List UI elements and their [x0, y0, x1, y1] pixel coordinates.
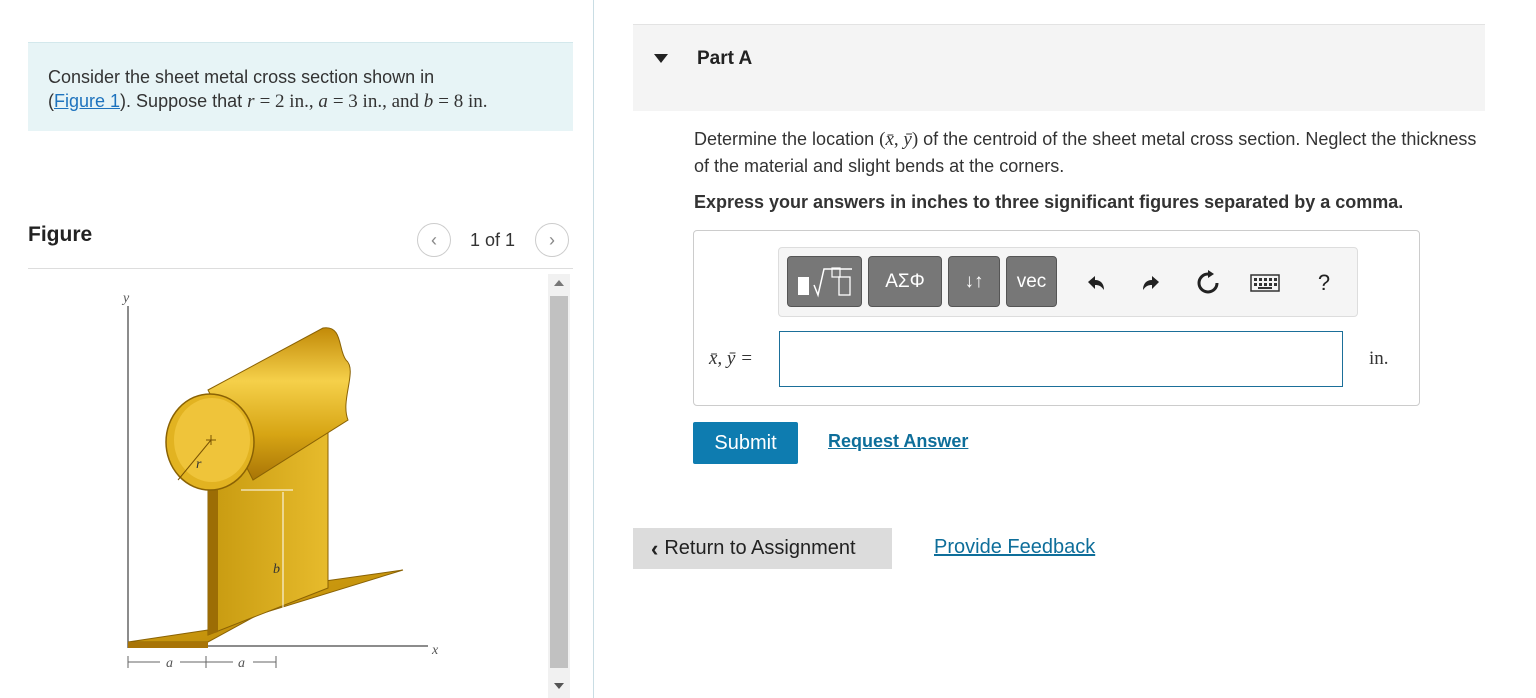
web-edge — [208, 468, 218, 635]
prev-figure-button[interactable]: ‹ — [417, 223, 451, 257]
scrollbar-thumb[interactable] — [550, 296, 568, 668]
return-label: Return to Assignment — [664, 537, 856, 559]
answer-variable-label: x̄, ȳ = — [709, 348, 753, 369]
templates-icon — [797, 266, 852, 298]
var-a: a — [318, 91, 328, 112]
part-header[interactable] — [633, 24, 1485, 111]
figure-heading: Figure — [28, 223, 93, 246]
scroll-down-icon[interactable] — [554, 683, 564, 689]
request-answer-link[interactable]: Request Answer — [828, 431, 968, 452]
figure-divider — [28, 268, 573, 269]
figure-image: y x r b a a — [121, 291, 439, 671]
problem-statement: Consider the sheet metal cross section s… — [28, 42, 573, 131]
x-axis-label: x — [431, 643, 439, 658]
question-pre: Determine the location — [694, 129, 880, 149]
a-label-2: a — [238, 656, 245, 671]
figure-count: 1 of 1 — [470, 230, 516, 250]
b-value: = 8 in. — [438, 91, 488, 112]
problem-mid: . Suppose that — [126, 91, 243, 111]
instruction-text: Express your answers in inches to three … — [694, 192, 1404, 212]
return-to-assignment-button[interactable]: ‹ Return to Assignment — [633, 528, 892, 569]
var-r: r — [247, 91, 255, 112]
figure-link[interactable]: Figure 1 — [54, 91, 120, 111]
caret-down-icon[interactable] — [654, 54, 668, 63]
keyboard-icon[interactable] — [1250, 268, 1280, 298]
reset-icon[interactable] — [1193, 268, 1223, 298]
undo-icon[interactable] — [1080, 268, 1110, 298]
a-label-1: a — [166, 656, 173, 671]
submit-button[interactable]: Submit — [693, 422, 798, 464]
base-edge — [128, 642, 208, 648]
question-text: Determine the location (x̄, ȳ) of the ce… — [694, 126, 1484, 179]
answer-input[interactable] — [779, 331, 1343, 387]
provide-feedback-link[interactable]: Provide Feedback — [934, 536, 1095, 559]
centroid-notation: (x̄, ȳ) — [879, 129, 919, 150]
r-label: r — [196, 457, 202, 472]
part-title: Part A — [697, 48, 753, 69]
templates-button[interactable] — [787, 256, 862, 307]
arrows-button[interactable]: ↓↑ — [948, 256, 1000, 307]
next-figure-button[interactable]: › — [535, 223, 569, 257]
chevron-left-icon: ‹ — [651, 535, 659, 561]
greek-button[interactable]: ΑΣΦ — [868, 256, 942, 307]
a-value: = 3 in., and — [332, 91, 424, 112]
scroll-up-icon[interactable] — [554, 280, 564, 286]
chevron-left-icon: ‹ — [431, 229, 437, 250]
r-value: = 2 in., — [259, 91, 319, 112]
unit-label: in. — [1369, 348, 1389, 369]
chevron-right-icon: › — [549, 229, 555, 250]
y-axis-label: y — [121, 291, 130, 306]
problem-intro: Consider the sheet metal cross section s… — [48, 67, 435, 87]
redo-icon[interactable] — [1137, 268, 1167, 298]
b-label: b — [273, 562, 280, 577]
panel-divider — [593, 0, 594, 698]
help-button[interactable]: ? — [1309, 268, 1339, 298]
var-b: b — [423, 91, 434, 112]
vec-button[interactable]: vec — [1006, 256, 1057, 307]
